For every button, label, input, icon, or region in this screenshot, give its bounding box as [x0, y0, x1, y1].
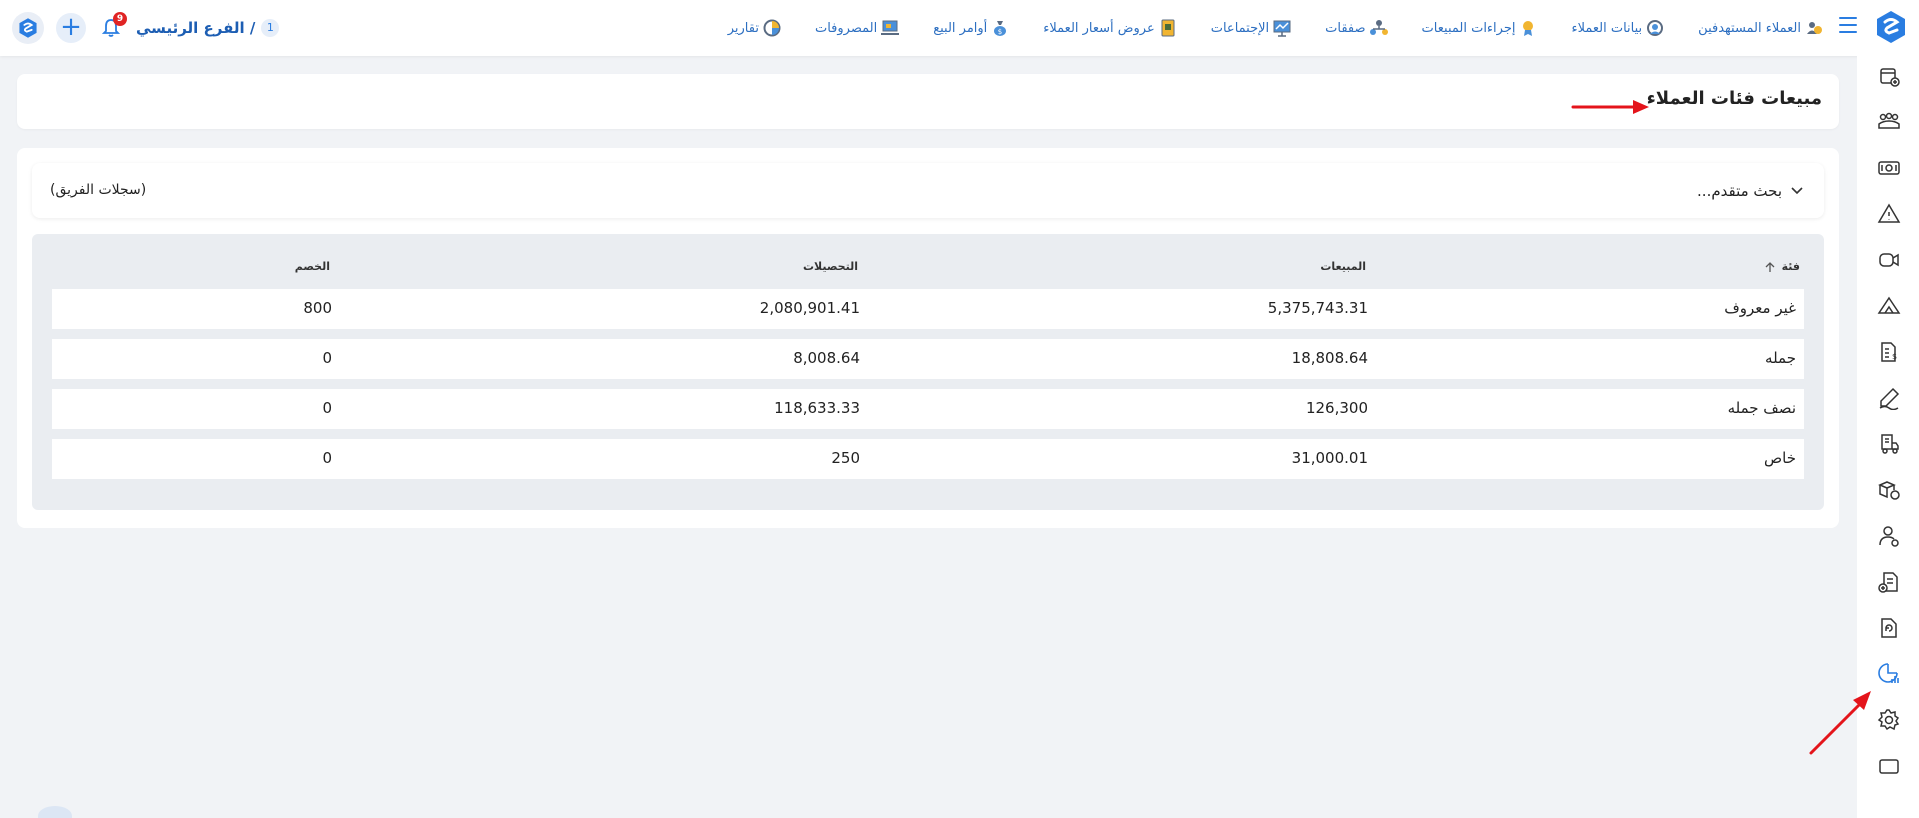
table-row[interactable]: جمله 18,808.64 8,008.64 0	[52, 339, 1804, 379]
warning-icon[interactable]	[1877, 202, 1901, 226]
advanced-search-label: بحث متقدم...	[1697, 182, 1782, 200]
nav-label: أوامر البيع	[933, 20, 988, 36]
cell-discount: 0	[322, 449, 332, 467]
help-widget-button[interactable]	[38, 806, 72, 818]
column-header-collections[interactable]: التحصيلات	[803, 260, 858, 273]
nav-reports[interactable]: تقارير	[728, 19, 781, 37]
table-row[interactable]: غير معروف 5,375,743.31 2,080,901.41 800	[52, 289, 1804, 329]
column-header-discount[interactable]: الخصم	[295, 260, 330, 273]
nav-sales-orders[interactable]: $ أوامر البيع	[933, 19, 1009, 37]
nav-label: المصروفات	[814, 20, 878, 36]
table-row[interactable]: خاص 31,000.01 250 0	[52, 439, 1804, 479]
sales-table: فئة المبيعات التحصيلات الخصم غير معروف 5…	[32, 234, 1824, 510]
medical-document-icon[interactable]	[1877, 570, 1901, 594]
add-button[interactable]: +	[56, 13, 86, 43]
video-icon[interactable]	[1877, 248, 1901, 272]
quotes-icon	[1161, 19, 1175, 37]
refresh-document-icon[interactable]	[1877, 616, 1901, 640]
cell-collections: 2,080,901.41	[759, 299, 860, 317]
cell-discount: 0	[322, 399, 332, 417]
delivery-truck-icon[interactable]	[1877, 432, 1901, 456]
team-records-link[interactable]: (سجلات الفريق)	[50, 182, 146, 198]
signature-pen-icon[interactable]	[1877, 386, 1901, 410]
advanced-search-toggle[interactable]: بحث متقدم...	[1697, 182, 1804, 200]
svg-text:$: $	[1892, 352, 1897, 361]
report-chart-icon[interactable]	[1877, 662, 1901, 686]
chevron-down-icon	[1791, 187, 1803, 195]
cell-category: غير معروف	[1724, 299, 1796, 317]
branch-number-badge: 1	[261, 19, 280, 37]
cash-icon[interactable]	[1877, 156, 1901, 180]
page-title: مبيعات فئات العملاء	[1646, 88, 1822, 109]
nav-customer-data[interactable]: بيانات العملاء	[1571, 19, 1664, 37]
expenses-icon	[881, 20, 900, 35]
target-customers-icon	[1807, 22, 1822, 34]
invoice-dollar-icon[interactable]: $	[1877, 340, 1901, 364]
header-label: فئة	[1781, 260, 1800, 273]
cell-category: جمله	[1765, 349, 1796, 367]
menu-hamburger-icon[interactable]	[1839, 17, 1857, 33]
settings-gear-icon[interactable]	[1877, 708, 1901, 732]
cell-sales: 5,375,743.31	[1267, 299, 1368, 317]
cell-discount: 0	[322, 349, 332, 367]
annotation-arrow-icon	[1809, 691, 1871, 755]
branch-name: الفرع الرئيسي /	[136, 19, 256, 37]
sales-orders-icon: $	[994, 21, 1007, 36]
main-nav: العملاء المستهدفين بيانات العملاء إجراءا…	[728, 0, 1823, 56]
nav-label: إجراءات المبيعات	[1421, 20, 1516, 36]
svg-text:$: $	[998, 28, 1002, 36]
customer-data-icon	[1647, 20, 1664, 36]
sales-actions-icon	[1523, 21, 1534, 36]
annotation-arrow-icon	[1571, 100, 1649, 114]
nav-target-customers[interactable]: العملاء المستهدفين	[1698, 19, 1823, 37]
top-navbar: العملاء المستهدفين بيانات العملاء إجراءا…	[0, 0, 1919, 56]
report-card: بحث متقدم... (سجلات الفريق) فئة المبيعات…	[17, 148, 1839, 528]
cell-collections: 118,633.33	[774, 399, 860, 417]
nav-label: تقارير	[727, 20, 759, 36]
app-logo-icon[interactable]	[1873, 9, 1909, 45]
reports-icon	[763, 19, 781, 37]
nav-label: بيانات العملاء	[1571, 20, 1643, 36]
nav-meetings[interactable]: الإجتماعات	[1211, 19, 1291, 37]
package-box-icon[interactable]	[1877, 478, 1901, 502]
cell-sales: 18,808.64	[1291, 349, 1368, 367]
nav-label: الإجتماعات	[1210, 20, 1270, 36]
advanced-search-panel: بحث متقدم... (سجلات الفريق)	[32, 163, 1824, 218]
nav-sales-actions[interactable]: إجراءات المبيعات	[1422, 19, 1538, 37]
cell-collections: 250	[831, 449, 860, 467]
nav-deals[interactable]: صفقات	[1325, 19, 1388, 37]
table-row[interactable]: نصف جمله 126,300 118,633.33 0	[52, 389, 1804, 429]
notification-count-badge: 9	[113, 12, 127, 26]
nav-label: عروض أسعار العملاء	[1043, 20, 1155, 36]
cell-category: نصف جمله	[1727, 399, 1796, 417]
cell-collections: 8,008.64	[793, 349, 860, 367]
company-logo-icon[interactable]	[12, 12, 44, 44]
column-header-category[interactable]: فئة	[1765, 260, 1800, 273]
cell-sales: 126,300	[1305, 399, 1368, 417]
triangle-tent-icon[interactable]	[1877, 294, 1901, 318]
user-dollar-icon[interactable]	[1877, 524, 1901, 548]
column-header-sales[interactable]: المبيعات	[1320, 260, 1366, 273]
nav-quotes[interactable]: عروض أسعار العملاء	[1043, 19, 1176, 37]
nav-label: العملاء المستهدفين	[1698, 20, 1801, 36]
sort-up-arrow-icon	[1765, 261, 1775, 272]
groups-icon[interactable]	[1877, 110, 1901, 134]
cell-category: خاص	[1764, 449, 1796, 467]
window-icon[interactable]	[1877, 754, 1901, 778]
notifications-button[interactable]: 9	[98, 12, 127, 42]
page-header-card: مبيعات فئات العملاء	[17, 74, 1839, 129]
deals-icon	[1369, 20, 1388, 35]
branch-selector[interactable]: الفرع الرئيسي / 1	[136, 19, 280, 37]
new-document-icon[interactable]	[1877, 64, 1901, 88]
cell-discount: 800	[303, 299, 332, 317]
nav-expenses[interactable]: المصروفات	[814, 19, 900, 37]
meetings-icon	[1273, 20, 1291, 37]
cell-sales: 31,000.01	[1291, 449, 1368, 467]
nav-label: صفقات	[1325, 20, 1366, 36]
